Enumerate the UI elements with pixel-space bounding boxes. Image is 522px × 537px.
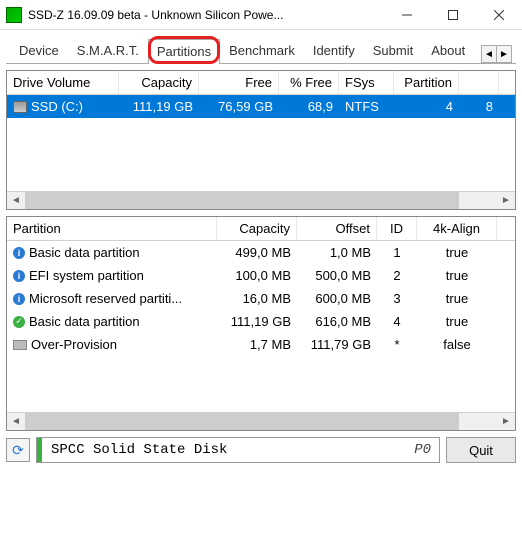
drive-icon [13, 101, 27, 113]
drive-pct-free: 68,9 [279, 97, 339, 116]
check-icon [13, 316, 25, 328]
col-extra[interactable] [459, 71, 499, 94]
partition-row[interactable]: i Basic data partition 499,0 MB1,0 MB1true [7, 241, 515, 264]
partition-offset: 1,0 MB [297, 243, 377, 262]
over-provision-icon [13, 340, 27, 350]
close-button[interactable] [476, 0, 522, 30]
col-partition[interactable]: Partition [394, 71, 459, 94]
partition-name: EFI system partition [29, 268, 144, 283]
col-drive-volume[interactable]: Drive Volume [7, 71, 119, 94]
maximize-button[interactable] [430, 0, 476, 30]
tab-about[interactable]: About [422, 38, 474, 63]
partition-row[interactable]: Over-Provision 1,7 MB111,79 GB*false [7, 333, 515, 356]
partition-capacity: 499,0 MB [217, 243, 297, 262]
partition-name: Over-Provision [31, 337, 117, 352]
partition-id: 3 [377, 289, 417, 308]
tab-device[interactable]: Device [10, 38, 68, 63]
refresh-icon: ⟳ [12, 442, 24, 459]
tab-identify[interactable]: Identify [304, 38, 364, 63]
drive-partition: 4 [394, 97, 459, 116]
tab-submit[interactable]: Submit [364, 38, 422, 63]
col-fsys[interactable]: FSys [339, 71, 394, 94]
partition-id: * [377, 335, 417, 354]
drive-extra: 8 [459, 97, 499, 116]
partition-align: true [417, 243, 497, 262]
partition-capacity: 100,0 MB [217, 266, 297, 285]
drive-row[interactable]: SSD (C:) 111,19 GB 76,59 GB 68,9 NTFS 4 … [7, 95, 515, 118]
partition-hscroll[interactable]: ◄ ► [7, 412, 515, 430]
hscroll-thumb[interactable] [25, 413, 459, 430]
partition-capacity: 16,0 MB [217, 289, 297, 308]
tab-partitions[interactable]: Partitions [148, 39, 220, 64]
hscroll-thumb[interactable] [25, 192, 459, 209]
partition-align: false [417, 335, 497, 354]
drive-volumes-panel: Drive Volume Capacity Free % Free FSys P… [6, 70, 516, 210]
partition-row[interactable]: i Microsoft reserved partiti... 16,0 MB600… [7, 287, 515, 310]
partitions-header: Partition Capacity Offset ID 4k-Align [7, 217, 515, 241]
col-part-capacity[interactable]: Capacity [217, 217, 297, 240]
partition-offset: 600,0 MB [297, 289, 377, 308]
partition-capacity: 1,7 MB [217, 335, 297, 354]
drive-free: 76,59 GB [199, 97, 279, 116]
tab-smart[interactable]: S.M.A.R.T. [68, 38, 148, 63]
tab-benchmark[interactable]: Benchmark [220, 38, 304, 63]
tab-bar: Device S.M.A.R.T. Partitions Benchmark I… [6, 36, 516, 64]
tab-scroll-right-button[interactable]: ► [496, 45, 512, 63]
partition-offset: 500,0 MB [297, 266, 377, 285]
hscroll-left-icon[interactable]: ◄ [7, 413, 25, 430]
window-title: SSD-Z 16.09.09 beta - Unknown Silicon Po… [28, 8, 384, 22]
footer: ⟳ SPCC Solid State Disk P0 Quit [6, 437, 516, 463]
col-id[interactable]: ID [377, 217, 417, 240]
device-name: SPCC Solid State Disk [51, 442, 414, 458]
drive-volume-label: SSD (C:) [31, 99, 83, 114]
partition-name: Microsoft reserved partiti... [29, 291, 182, 306]
partition-offset: 616,0 MB [297, 312, 377, 331]
drive-hscroll[interactable]: ◄ ► [7, 191, 515, 209]
hscroll-right-icon[interactable]: ► [497, 192, 515, 209]
partition-name: Basic data partition [29, 245, 140, 260]
drive-capacity: 111,19 GB [119, 97, 199, 116]
col-partition-name[interactable]: Partition [7, 217, 217, 240]
app-icon [6, 7, 22, 23]
col-capacity[interactable]: Capacity [119, 71, 199, 94]
partition-align: true [417, 289, 497, 308]
col-pct-free[interactable]: % Free [279, 71, 339, 94]
tab-scroll-left-button[interactable]: ◄ [481, 45, 497, 63]
partition-capacity: 111,19 GB [217, 312, 297, 331]
info-icon: i [13, 247, 25, 259]
refresh-button[interactable]: ⟳ [6, 438, 30, 462]
partition-row[interactable]: Basic data partition 111,19 GB616,0 MB4tr… [7, 310, 515, 333]
drive-volumes-header: Drive Volume Capacity Free % Free FSys P… [7, 71, 515, 95]
drive-fsys: NTFS [339, 97, 394, 116]
device-selector[interactable]: SPCC Solid State Disk P0 [36, 437, 440, 463]
partition-align: true [417, 266, 497, 285]
info-icon: i [13, 270, 25, 282]
device-code: P0 [414, 442, 431, 458]
partition-id: 1 [377, 243, 417, 262]
col-offset[interactable]: Offset [297, 217, 377, 240]
partition-name: Basic data partition [29, 314, 140, 329]
partition-id: 4 [377, 312, 417, 331]
partitions-panel: Partition Capacity Offset ID 4k-Align iB… [6, 216, 516, 431]
hscroll-right-icon[interactable]: ► [497, 413, 515, 430]
minimize-button[interactable] [384, 0, 430, 30]
status-bar-icon [37, 438, 42, 462]
partition-row[interactable]: i EFI system partition 100,0 MB500,0 MB2tr… [7, 264, 515, 287]
col-free[interactable]: Free [199, 71, 279, 94]
partition-offset: 111,79 GB [297, 335, 377, 354]
titlebar: SSD-Z 16.09.09 beta - Unknown Silicon Po… [0, 0, 522, 30]
quit-button[interactable]: Quit [446, 437, 516, 463]
partition-align: true [417, 312, 497, 331]
hscroll-left-icon[interactable]: ◄ [7, 192, 25, 209]
col-4k-align[interactable]: 4k-Align [417, 217, 497, 240]
partition-id: 2 [377, 266, 417, 285]
info-icon: i [13, 293, 25, 305]
